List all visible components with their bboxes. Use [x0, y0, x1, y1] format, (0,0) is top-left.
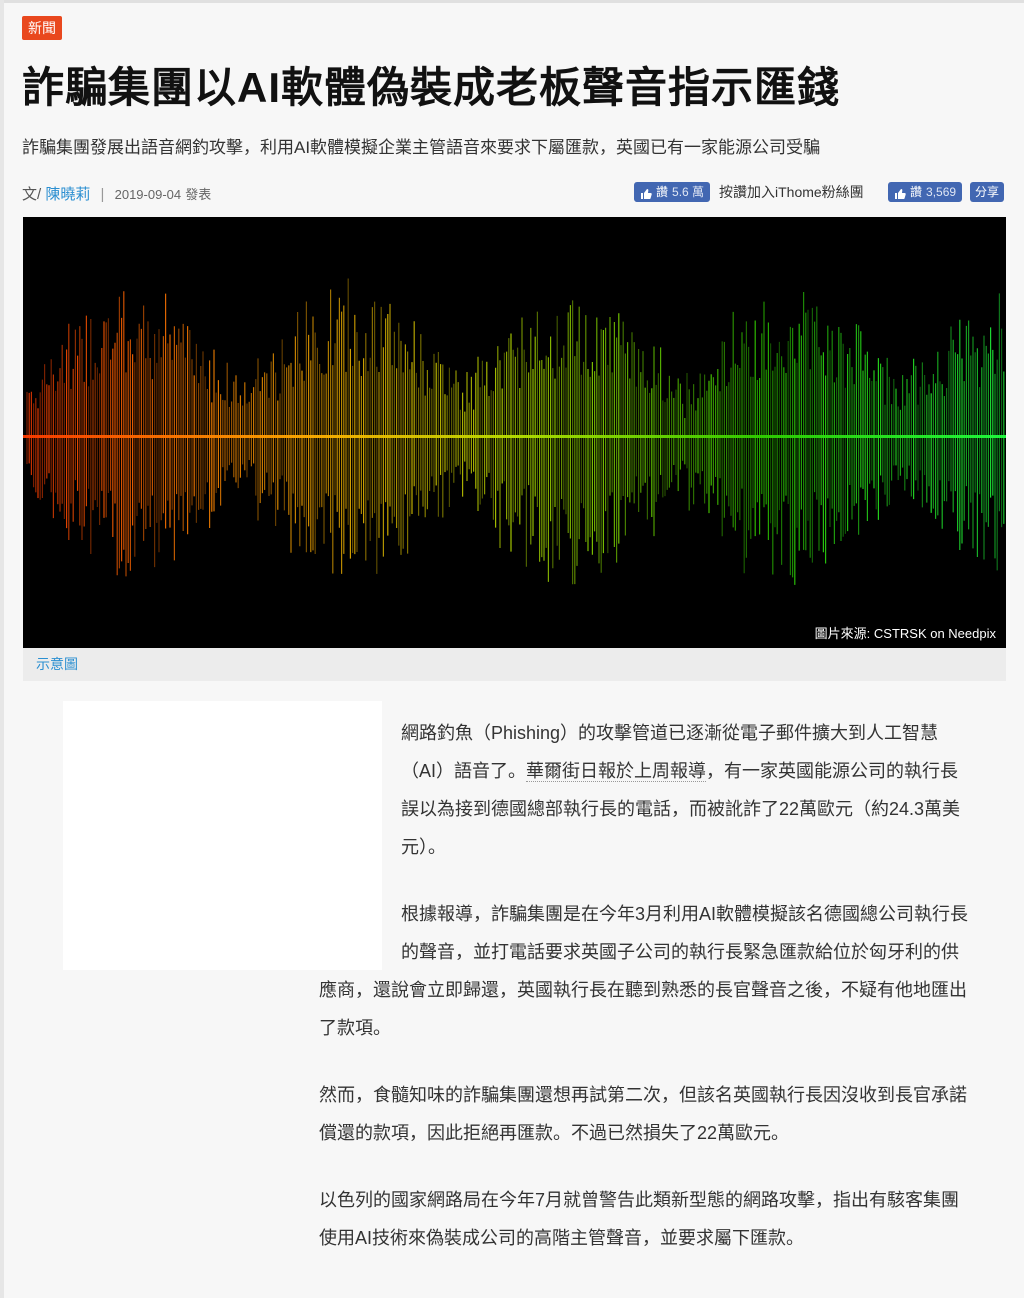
ad-placeholder — [63, 701, 382, 970]
p2-line-2: 的聲音，並打電話要求英國子公司的執行長緊急匯款給位於匈牙利的供 — [401, 942, 959, 962]
fb-like-count: 5.6 萬 — [672, 185, 705, 199]
byline: 文/ 陳曉莉 | 2019-09-04 發表 — [22, 184, 211, 206]
p2-line-3: 應商，還說會立即歸還，英國執行長在聽到熟悉的長官聲音之後，不疑有他地匯出 — [319, 980, 967, 1000]
p4-line-1: 以色列的國家網路局在今年7月就曾警告此類新型態的網路攻擊，指出有駭客集團 — [319, 1190, 960, 1210]
p1-line-2: （AI）語音了。華爾街日報於上周報導，有一家英國能源公司的執行長 — [401, 761, 959, 782]
p2-line-4: 了款項。 — [319, 1018, 391, 1038]
paragraph-3: 然而，食髓知味的詐騙集團還想再試第二次，但該名英國執行長因沒收到長官承諾 償還的… — [319, 1076, 1009, 1152]
paragraph-4: 以色列的國家網路局在今年7月就曾警告此類新型態的網路攻擊，指出有駭客集團 使用A… — [319, 1181, 1009, 1257]
hero-image: 圖片來源: CSTRSK on Needpix — [23, 217, 1006, 648]
p1-line-4: 元）。 — [401, 837, 446, 857]
image-credit: 圖片來源: CSTRSK on Needpix — [810, 624, 1000, 644]
byline-separator: | — [100, 186, 105, 203]
publish-date: 2019-09-04 — [114, 187, 182, 202]
p3-line-1: 然而，食髓知味的詐騙集團還想再試第二次，但該名英國執行長因沒收到長官承諾 — [319, 1085, 967, 1105]
thumbs-up-icon — [894, 186, 906, 199]
article-title: 詐騙集團以AI軟體偽裝成老板聲音指示匯錢 — [22, 64, 841, 111]
p4-line-2: 使用AI技術來偽裝成公司的高階主管聲音，並要求屬下匯款。 — [319, 1228, 805, 1248]
image-caption-text: 示意圖 — [36, 656, 78, 672]
byline-prefix: 文/ — [22, 186, 42, 203]
fanpage-join-text: 按讚加入iThome粉絲團 — [719, 184, 864, 200]
p1-line-1: 網路釣魚（Phishing）的攻擊管道已逐漸從電子郵件擴大到人工智慧 — [401, 723, 939, 743]
image-caption: 示意圖 — [23, 648, 1006, 681]
p2-line-1: 根據報導，詐騙集團是在今年3月利用AI軟體模擬該名德國總公司執行長 — [401, 904, 969, 924]
fb-like-button-article[interactable]: 讚 3,569 — [888, 182, 963, 202]
posted-label: 發表 — [185, 187, 212, 202]
sound-wave-graphic — [23, 278, 1006, 585]
category-tag[interactable]: 新聞 — [22, 16, 62, 40]
paragraph-2-top: 根據報導，詐騙集團是在今年3月利用AI軟體模擬該名德國總公司執行長 的聲音，並打… — [401, 895, 1006, 971]
author-link[interactable]: 陳曉莉 — [45, 186, 90, 203]
p1-line-3: 誤以為接到德國總部執行長的電話，而被訛詐了22萬歐元（約24.3萬美 — [401, 799, 961, 819]
left-border — [0, 0, 4, 1298]
p3-line-2: 償還的款項，因此拒絕再匯款。不過已然損失了22萬歐元。 — [319, 1123, 790, 1143]
top-border — [0, 0, 1024, 3]
fb-share-button[interactable]: 分享 — [970, 182, 1005, 202]
fb-like-count: 3,569 — [926, 185, 957, 199]
paragraph-2-bottom: 應商，還說會立即歸還，英國執行長在聽到熟悉的長官聲音之後，不疑有他地匯出 了款項… — [319, 971, 1009, 1047]
wsj-report-link[interactable]: 華爾街日報於上周報導 — [526, 761, 707, 782]
paragraph-1: 網路釣魚（Phishing）的攻擊管道已逐漸從電子郵件擴大到人工智慧 （AI）語… — [401, 714, 1006, 866]
article-subtitle: 詐騙集團發展出語音網釣攻擊，利用AI軟體模擬企業主管語音來要求下屬匯款，英國已有… — [22, 138, 821, 157]
fb-like-button-fanpage[interactable]: 讚 5.6 萬 — [634, 182, 711, 202]
fb-like-label: 讚 — [910, 185, 923, 199]
thumbs-up-icon — [640, 186, 652, 199]
fb-like-label: 讚 — [656, 185, 669, 199]
